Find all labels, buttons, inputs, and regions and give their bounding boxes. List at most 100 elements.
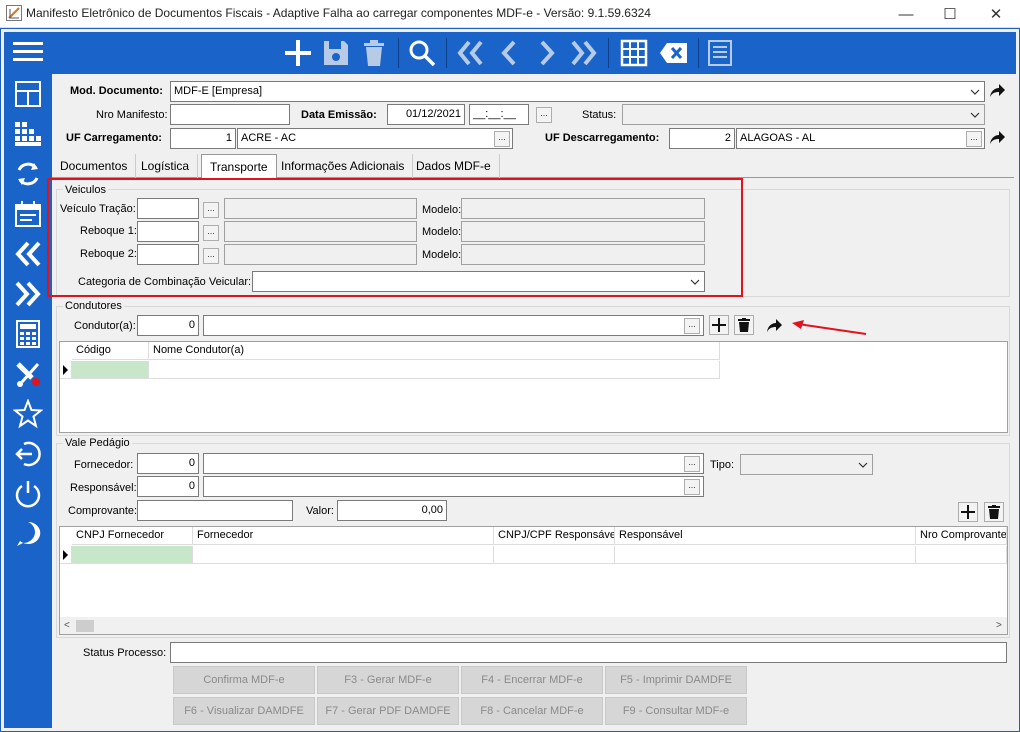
- veiculo-tracao-lookup-button[interactable]: ...: [203, 202, 219, 218]
- add-pedagio-button[interactable]: [958, 502, 978, 522]
- column-fornecedor[interactable]: Fornecedor: [193, 527, 494, 545]
- horizontal-scrollbar[interactable]: < >: [60, 617, 1007, 634]
- datetime-picker-button[interactable]: ...: [536, 107, 552, 123]
- gerar-mdfe-button[interactable]: F3 - Gerar MDF-e: [317, 666, 459, 694]
- column-codigo[interactable]: Código: [72, 342, 149, 360]
- barcode-grid-icon[interactable]: [12, 118, 44, 150]
- condutor-label: Condutor(a):: [74, 320, 136, 332]
- uf-carregamento-lookup-button[interactable]: ...: [494, 131, 510, 147]
- cancelar-mdfe-button[interactable]: F8 - Cancelar MDF-e: [461, 697, 603, 725]
- imprimir-damdfe-button[interactable]: F5 - Imprimir DAMDFE: [605, 666, 747, 694]
- encerrar-mdfe-button[interactable]: F4 - Encerrar MDF-e: [461, 666, 603, 694]
- responsavel-code-input[interactable]: 0: [137, 476, 199, 497]
- table-cell[interactable]: [193, 546, 494, 564]
- previous-record-icon[interactable]: [494, 37, 526, 69]
- comprovante-label: Comprovante:: [68, 505, 138, 517]
- uf-carregamento-code-input[interactable]: 1: [170, 128, 236, 149]
- fornecedor-name-input[interactable]: [203, 453, 704, 474]
- responsavel-lookup-button[interactable]: ...: [684, 479, 700, 495]
- uf-descarregamento-code-input[interactable]: 2: [669, 128, 735, 149]
- scroll-right-icon[interactable]: >: [996, 620, 1002, 631]
- data-emissao-input[interactable]: 01/12/2021: [387, 104, 465, 125]
- reboque2-lookup-button[interactable]: ...: [203, 248, 219, 264]
- condutor-code-input[interactable]: 0: [137, 315, 199, 336]
- fornecedor-lookup-button[interactable]: ...: [684, 456, 700, 472]
- column-cnpj-cpf-responsavel[interactable]: CNPJ/CPF Responsável: [494, 527, 615, 545]
- report-icon[interactable]: [704, 37, 736, 69]
- table-cell[interactable]: [72, 546, 193, 564]
- uf-descarregamento-lookup-button[interactable]: ...: [966, 131, 982, 147]
- plus-icon: [961, 505, 975, 519]
- next-record-icon[interactable]: [530, 37, 562, 69]
- valor-input[interactable]: 0,00: [337, 500, 447, 521]
- table-cell[interactable]: [494, 546, 615, 564]
- reboque1-input[interactable]: [137, 221, 199, 242]
- delete-pedagio-button[interactable]: [984, 502, 1004, 522]
- maximize-button[interactable]: ☐: [928, 2, 972, 26]
- categoria-combinacao-select[interactable]: [252, 271, 705, 292]
- first-record-icon[interactable]: [454, 37, 486, 69]
- last-record-icon[interactable]: [568, 37, 600, 69]
- gerar-pdf-damdfe-button[interactable]: F7 - Gerar PDF DAMDFE: [317, 697, 459, 725]
- save-icon[interactable]: [320, 37, 352, 69]
- scrollbar-thumb[interactable]: [76, 620, 94, 632]
- forward-arrow-icon[interactable]: [989, 84, 1005, 101]
- add-condutor-button[interactable]: [709, 315, 729, 335]
- condutores-title: Condutores: [63, 300, 124, 312]
- tab-logistica[interactable]: Logística: [133, 154, 199, 178]
- calculator-icon[interactable]: [12, 318, 44, 350]
- status-select[interactable]: [622, 104, 985, 125]
- table-cell[interactable]: [72, 361, 149, 379]
- column-cnpj-fornecedor[interactable]: CNPJ Fornecedor: [72, 527, 193, 545]
- double-right-arrow-icon[interactable]: [12, 278, 44, 310]
- reboque2-input[interactable]: [137, 244, 199, 265]
- uf-carregamento-name-input[interactable]: ACRE - AC: [237, 128, 513, 149]
- calendar-icon[interactable]: [12, 198, 44, 230]
- search-icon[interactable]: [406, 37, 438, 69]
- tab-transporte[interactable]: Transporte: [201, 154, 277, 178]
- sync-icon[interactable]: [12, 158, 44, 190]
- hora-emissao-input[interactable]: __:__:__: [469, 104, 529, 125]
- reboque1-lookup-button[interactable]: ...: [203, 225, 219, 241]
- forward-arrow-icon[interactable]: [989, 131, 1005, 148]
- tipo-select[interactable]: [740, 454, 873, 475]
- table-cell[interactable]: [916, 546, 1007, 564]
- grid-icon[interactable]: [618, 37, 650, 69]
- scroll-left-icon[interactable]: <: [64, 620, 70, 631]
- layout-icon[interactable]: [12, 78, 44, 110]
- power-icon[interactable]: [12, 478, 44, 510]
- logout-icon[interactable]: [12, 438, 44, 470]
- close-button[interactable]: ✕: [974, 2, 1018, 26]
- clear-icon[interactable]: [658, 37, 690, 69]
- fornecedor-code-input[interactable]: 0: [137, 453, 199, 474]
- delete-condutor-button[interactable]: [734, 315, 754, 335]
- table-cell[interactable]: [615, 546, 916, 564]
- tab-documentos[interactable]: Documentos: [52, 154, 137, 178]
- mod-documento-select[interactable]: MDF-E [Empresa]: [170, 81, 985, 102]
- table-cell[interactable]: [149, 361, 720, 379]
- forward-arrow-icon[interactable]: [766, 319, 782, 336]
- add-icon[interactable]: [282, 37, 314, 69]
- responsavel-name-input[interactable]: [203, 476, 704, 497]
- condutor-lookup-button[interactable]: ...: [684, 318, 700, 334]
- column-nro-comprovante[interactable]: Nro Comprovante: [916, 527, 1007, 545]
- hamburger-menu-icon[interactable]: [12, 36, 44, 68]
- visualizar-damdfe-button[interactable]: F6 - Visualizar DAMDFE: [173, 697, 315, 725]
- confirma-mdfe-button[interactable]: Confirma MDF-e: [173, 666, 315, 694]
- condutor-name-input[interactable]: [203, 315, 704, 336]
- minimize-button[interactable]: —: [884, 2, 928, 26]
- nro-manifesto-input[interactable]: [170, 104, 290, 125]
- comprovante-input[interactable]: [137, 500, 293, 521]
- tab-informacoes-adicionais[interactable]: Informações Adicionais: [273, 154, 414, 178]
- consultar-mdfe-button[interactable]: F9 - Consultar MDF-e: [605, 697, 747, 725]
- info-icon[interactable]: [12, 518, 44, 550]
- tools-icon[interactable]: [12, 358, 44, 390]
- column-nome-condutor[interactable]: Nome Condutor(a): [149, 342, 720, 360]
- double-left-arrow-icon[interactable]: [12, 238, 44, 270]
- veiculo-tracao-input[interactable]: [137, 198, 199, 219]
- tab-dados-mdfe[interactable]: Dados MDF-e: [408, 154, 500, 178]
- delete-icon[interactable]: [358, 37, 390, 69]
- column-responsavel[interactable]: Responsável: [615, 527, 916, 545]
- uf-descarregamento-name-input[interactable]: ALAGOAS - AL: [736, 128, 985, 149]
- star-icon[interactable]: [12, 398, 44, 430]
